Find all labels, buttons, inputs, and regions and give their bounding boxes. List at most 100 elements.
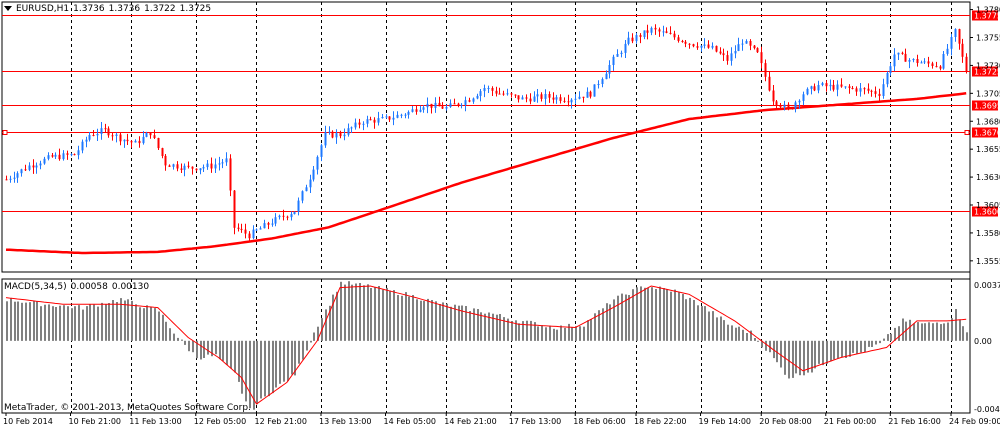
candle-body (62, 153, 65, 160)
candle-body (533, 96, 536, 102)
macd-histogram-bar (795, 340, 797, 374)
macd-histogram-bar (124, 300, 126, 341)
macd-histogram-bar (192, 340, 194, 353)
macd-histogram-bar (731, 325, 733, 341)
macd-histogram-bar (234, 340, 236, 373)
candle-body (282, 215, 285, 217)
candle-body (259, 228, 262, 230)
candle-body (347, 128, 350, 135)
copyright-text: MetaTrader, © 2001-2013, MetaQuotes Soft… (4, 403, 251, 413)
macd-header: MACD(5,34,5) 0.00058 0.00130 (4, 282, 153, 292)
macd-histogram-bar (401, 295, 403, 341)
candle-body (597, 84, 600, 85)
candle-body (791, 108, 794, 110)
level-handle-right[interactable] (964, 130, 970, 135)
candle-body (719, 51, 722, 54)
candle-body (237, 227, 240, 229)
candle-body (889, 66, 892, 73)
candle-body (825, 83, 828, 87)
candle-body (297, 200, 300, 212)
low-price: 1.3722 (144, 4, 176, 14)
candle-body (263, 223, 266, 229)
trading-chart[interactable]: 1.37751.37251.36951.36701.3600 1.37801.3… (0, 0, 1000, 427)
candle-body (954, 29, 957, 37)
candle-body (502, 93, 505, 95)
macd-histogram-bar (860, 340, 862, 353)
candle-body (627, 37, 630, 44)
candle-body (662, 31, 665, 33)
macd-histogram-bar (146, 305, 148, 341)
candle-body (301, 191, 304, 201)
macd-histogram-bar (82, 309, 84, 341)
candle-body (248, 233, 251, 239)
time-tick-label: 24 Feb 09:00 (949, 417, 1000, 426)
candle-body (404, 114, 407, 116)
macd-histogram-bar (898, 326, 900, 341)
candle-body (123, 139, 126, 142)
candle-body (32, 165, 35, 168)
macd-histogram-bar (143, 308, 145, 341)
candle-body (681, 41, 684, 42)
candle-body (859, 88, 862, 92)
macd-histogram-bar (678, 292, 680, 341)
macd-histogram-bar (272, 340, 274, 394)
macd-histogram-bar (704, 306, 706, 341)
macd-histogram-bar (951, 318, 953, 341)
macd-histogram-bar (173, 333, 175, 341)
candle-body (942, 54, 945, 69)
candle-body (813, 86, 816, 91)
candle-body (320, 145, 323, 157)
macd-histogram-bar (203, 340, 205, 358)
candle-body (24, 169, 27, 171)
candle-body (47, 155, 50, 159)
time-tick-label: 18 Feb 22:00 (634, 417, 686, 426)
macd-histogram-bar (890, 333, 892, 341)
candle-body (218, 163, 221, 165)
macd-histogram-bar (439, 304, 441, 341)
candle-body (563, 100, 566, 102)
macd-histogram-bar (245, 340, 247, 402)
time-tick-label: 13 Feb 13:00 (319, 417, 371, 426)
high-price: 1.3736 (108, 4, 141, 14)
time-tick-label: 14 Feb 05:00 (384, 417, 436, 426)
macd-histogram-bar (833, 340, 835, 360)
macd-histogram-bar (564, 327, 566, 341)
candle-body (931, 63, 934, 66)
candle-body (741, 43, 744, 45)
level-price-label: 1.3670 (974, 129, 1000, 138)
candle-body (381, 117, 384, 119)
chart-canvas[interactable]: 1.37751.37251.36951.36701.3600 1.37801.3… (0, 0, 1000, 427)
macd-histogram-bar (659, 286, 661, 341)
candle-body (328, 131, 331, 133)
macd-histogram-bar (405, 292, 407, 341)
price-tick-label: 1.3555 (976, 257, 1000, 266)
macd-histogram-bar (613, 299, 615, 341)
price-tick-label: 1.3605 (976, 201, 1000, 210)
macd-histogram-bar (587, 320, 589, 341)
macd-histogram-bar (351, 284, 353, 341)
candle-body (612, 56, 615, 65)
candle-body (309, 179, 312, 188)
candle-body (923, 61, 926, 63)
macd-histogram-bar (875, 340, 877, 345)
macd-histogram-bar (651, 287, 653, 341)
macd-histogram-bar (370, 288, 372, 341)
candle-body (646, 30, 649, 33)
candle-body (339, 133, 342, 137)
macd-histogram-bar (93, 304, 95, 341)
candle-body (225, 158, 228, 163)
macd-histogram-bar (287, 340, 289, 382)
candle-body (601, 79, 604, 84)
macd-histogram-bar (537, 326, 539, 341)
macd-histogram-bar (412, 295, 414, 341)
level-handle-left[interactable] (2, 130, 8, 135)
candle-body (574, 98, 577, 100)
macd-histogram-bar (530, 320, 532, 341)
dropdown-triangle-icon[interactable] (4, 6, 12, 11)
candle-body (570, 99, 573, 103)
macd-histogram-bar (720, 316, 722, 341)
macd-histogram-bar (393, 290, 395, 341)
macd-histogram-bar (583, 326, 585, 341)
candle-body (658, 29, 661, 32)
candle-body (130, 141, 133, 143)
